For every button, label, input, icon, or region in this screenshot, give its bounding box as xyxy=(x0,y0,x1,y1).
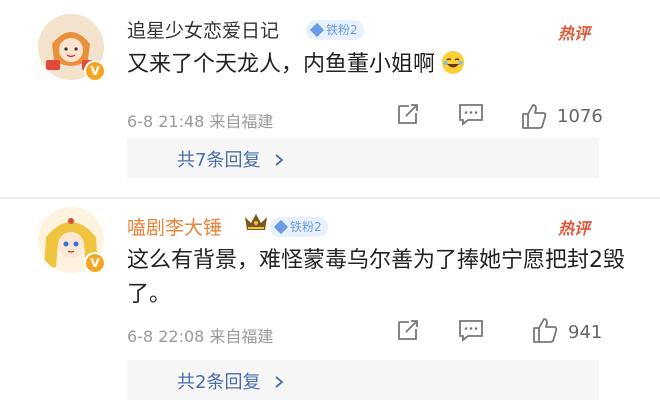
fan-badge-label: 铁粉2 xyxy=(326,23,358,37)
replies-label: 共2条回复 xyxy=(177,372,261,393)
chevron-right-icon xyxy=(266,150,286,171)
comment-meta: 6-8 21:48 来自福建 xyxy=(127,108,273,132)
hot-comment-label: 热评 xyxy=(558,24,591,43)
replies-link[interactable]: 共7条回复 xyxy=(177,146,286,172)
timestamp: 6-8 21:48 xyxy=(127,112,205,131)
like-count: 941 xyxy=(568,322,603,343)
view-replies-button[interactable]: 共2条回复 xyxy=(127,360,599,400)
diamond-icon xyxy=(273,219,289,235)
share-icon xyxy=(398,104,418,124)
fan-badge-label: 铁粉2 xyxy=(290,220,322,234)
thumbs-up-icon xyxy=(522,104,547,129)
comment-icon xyxy=(459,104,483,126)
verified-badge-icon: V xyxy=(84,252,106,274)
like-count: 1076 xyxy=(557,106,603,127)
share-icon xyxy=(398,320,418,340)
share-button[interactable] xyxy=(396,318,420,346)
like-button[interactable] xyxy=(520,102,548,134)
thumbs-up-icon xyxy=(533,318,558,343)
comment-text: 这么有背景，难怪蒙毒乌尔善为了捧她宁愿把封2毁了。 xyxy=(127,244,627,312)
comment-1: V 追星少女恋爱日记 铁粉2 热评 又来了个天龙人，内鱼董小姐啊 6-8 21:… xyxy=(0,0,660,199)
comment-icon xyxy=(459,320,483,342)
location: 来自福建 xyxy=(209,112,274,131)
fan-level-badge: 铁粉2 xyxy=(306,20,364,40)
view-replies-button[interactable]: 共7条回复 xyxy=(127,138,599,178)
like-button[interactable] xyxy=(531,316,559,348)
crown-icon xyxy=(243,211,269,237)
diamond-icon xyxy=(309,22,325,38)
chevron-right-icon xyxy=(266,372,286,393)
username[interactable]: 嗑剧李大锤 xyxy=(127,213,222,240)
comment-body: 又来了个天龙人，内鱼董小姐啊 xyxy=(127,52,436,77)
location: 来自福建 xyxy=(209,327,274,346)
replies-link[interactable]: 共2条回复 xyxy=(177,368,286,394)
comment-text: 又来了个天龙人，内鱼董小姐啊 xyxy=(127,48,627,82)
hot-comment-label: 热评 xyxy=(558,219,591,238)
laughing-tears-emoji-icon xyxy=(442,51,465,74)
timestamp: 6-8 22:08 xyxy=(127,327,205,346)
verified-badge-icon: V xyxy=(84,60,106,82)
username[interactable]: 追星少女恋爱日记 xyxy=(127,16,279,43)
comment-meta: 6-8 22:08 来自福建 xyxy=(127,323,273,347)
replies-label: 共7条回复 xyxy=(177,150,261,171)
reply-button[interactable] xyxy=(458,318,484,346)
comment-body: 这么有背景，难怪蒙毒乌尔善为了捧她宁愿把封2毁了。 xyxy=(127,248,625,307)
reply-button[interactable] xyxy=(458,102,484,130)
fan-level-badge: 铁粉2 xyxy=(270,217,328,237)
share-button[interactable] xyxy=(396,102,420,130)
